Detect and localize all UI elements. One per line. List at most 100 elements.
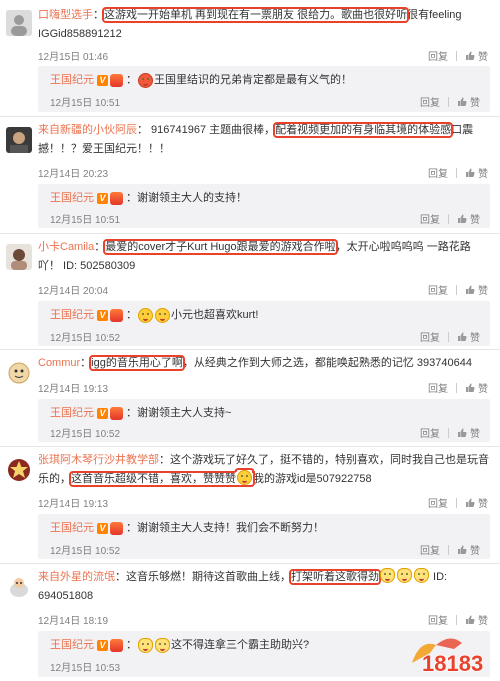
reply-content: 王国纪元 V ：谢谢领主大人的支持！ (50, 190, 247, 206)
like-button[interactable]: 赞 (457, 94, 480, 109)
comment-username[interactable]: 口嗨型选手 (38, 9, 93, 21)
reply-username[interactable]: 王国纪元 (50, 190, 94, 206)
reply-button[interactable]: 回复 (428, 495, 448, 510)
thumbs-up-icon (466, 285, 475, 294)
comment-actions: 回复 赞 (428, 612, 488, 627)
thumbs-up-emoji-icon (237, 470, 252, 485)
reply-button[interactable]: 回复 (420, 542, 440, 557)
comment: 小卡Camila：最爱的cover才子Kurt Hugo跟最爱的游戏合作啦，太开… (0, 234, 500, 348)
comment-username[interactable]: 张琪阿木琴行沙井教学部 (38, 454, 159, 466)
like-button[interactable]: 赞 (457, 542, 480, 557)
like-label: 赞 (478, 286, 488, 297)
reply-button[interactable]: 回复 (428, 380, 448, 395)
like-button[interactable]: 赞 (457, 425, 480, 440)
laugh-emoji-icon (138, 72, 153, 88)
reply-username[interactable]: 王国纪元 (50, 405, 94, 421)
like-label: 赞 (470, 333, 480, 344)
like-label: 赞 (470, 546, 480, 557)
reply-actions: 回复 赞 (420, 211, 480, 226)
reply-button[interactable]: 回复 (428, 165, 448, 180)
highlighted-text: 最爱的cover才子Kurt Hugo跟最爱的游戏合作啦 (103, 239, 338, 255)
like-button[interactable]: 赞 (465, 495, 488, 510)
separator: ： (159, 454, 170, 466)
like-button[interactable]: 赞 (457, 211, 480, 226)
highlighted-text: 这首音乐超级不错，喜欢，赞赞赞 (69, 470, 255, 487)
reply-time: 12月15日 10:51 (50, 98, 121, 109)
cat-emoji-icon (155, 637, 170, 653)
reply-text: 谢谢领主大人支持~ (137, 407, 232, 419)
like-label: 赞 (470, 215, 480, 226)
reply-button[interactable]: 回复 (420, 329, 440, 344)
like-button[interactable]: 赞 (465, 612, 488, 627)
reply-time: 12月15日 10:53 (50, 663, 121, 674)
comment-time: 12月14日 20:23 (38, 169, 109, 180)
comment-time: 12月14日 18:19 (38, 616, 109, 627)
comment-actions: 回复 赞 (428, 380, 488, 395)
avatar[interactable] (6, 127, 32, 153)
watermark-logo-icon: 18183 (412, 638, 484, 677)
reply-username[interactable]: 王国纪元 (50, 307, 94, 323)
thumbs-up-icon (458, 545, 467, 554)
cat-emoji-icon (414, 568, 429, 583)
colon: ： (126, 309, 137, 321)
reply-text: 谢谢领主大人的支持！ (137, 192, 247, 204)
reply-actions: 回复 赞 (420, 425, 480, 440)
comment-username[interactable]: Commur (38, 357, 80, 369)
reply-button[interactable]: 回复 (420, 94, 440, 109)
official-reply: 王国纪元 V ： 王国里结识的兄弟肯定都是最有义气的！ 12月15日 10:51 回复… (38, 66, 490, 112)
divider (448, 544, 449, 555)
verified-v-icon: V (97, 407, 108, 419)
comment-username[interactable]: 来自外星的流氓 (38, 571, 115, 583)
watermark-text: 18183 (422, 651, 483, 676)
comment-username[interactable]: 来自新疆的小伙阿辰 (38, 124, 137, 136)
reply-button[interactable]: 回复 (428, 612, 448, 627)
comment-time: 12月14日 19:13 (38, 384, 109, 395)
reply-content: 王国纪元 V ： 这不得连拿三个霸主助助兴? (50, 637, 309, 653)
reply-time: 12月15日 10:52 (50, 546, 121, 557)
thumbs-up-icon (466, 498, 475, 507)
avatar[interactable] (6, 360, 32, 386)
site-watermark-logo: 18183 (410, 633, 496, 677)
reply-text: 王国里结识的兄弟肯定都是最有义气的！ (154, 74, 352, 86)
thumbs-up-icon (458, 214, 467, 223)
avatar[interactable] (6, 10, 32, 36)
reply-button[interactable]: 回复 (428, 48, 448, 63)
avatar-image (6, 360, 32, 386)
avatar[interactable] (6, 574, 32, 600)
reply-time: 12月15日 10:52 (50, 429, 121, 440)
medal-icon (110, 521, 123, 535)
reply-button[interactable]: 回复 (420, 425, 440, 440)
comment-username[interactable]: 小卡Camila (38, 241, 94, 253)
avatar-image (6, 457, 32, 483)
avatar[interactable] (6, 457, 32, 483)
comment: 张琪阿木琴行沙井教学部：这个游戏玩了好久了，挺不错的，特别喜欢，同时我自己也是玩… (0, 447, 500, 562)
like-button[interactable]: 赞 (465, 380, 488, 395)
thumbs-up-icon (458, 97, 467, 106)
like-button[interactable]: 赞 (465, 165, 488, 180)
colon: ： (126, 192, 137, 204)
thumbs-up-icon (466, 51, 475, 60)
highlighted-text: 这游戏一开始单机 再到现在有一票朋友 很给力。歌曲也很好听 (101, 7, 410, 23)
reply-username[interactable]: 王国纪元 (50, 637, 94, 653)
cat-emoji-icon (380, 568, 395, 583)
like-button[interactable]: 赞 (457, 329, 480, 344)
thumbs-up-icon (466, 168, 475, 177)
comment-body: 张琪阿木琴行沙井教学部：这个游戏玩了好久了，挺不错的，特别喜欢，同时我自己也是玩… (38, 451, 492, 489)
medal-icon (110, 191, 123, 205)
like-button[interactable]: 赞 (465, 48, 488, 63)
avatar[interactable] (6, 244, 32, 270)
reply-button[interactable]: 回复 (428, 282, 448, 297)
like-label: 赞 (470, 429, 480, 440)
reply-time: 12月15日 10:51 (50, 215, 121, 226)
reply-button[interactable]: 回复 (420, 211, 440, 226)
reply-text: 小元也超喜欢kurt! (171, 309, 259, 321)
colon: ： (126, 522, 137, 534)
reply-username[interactable]: 王国纪元 (50, 520, 94, 536)
reply-username[interactable]: 王国纪元 (50, 72, 94, 88)
comment: 口嗨型选手：这游戏一开始单机 再到现在有一票朋友 很给力。歌曲也很好听很有fee… (0, 0, 500, 115)
comment-actions: 回复 赞 (428, 48, 488, 63)
like-label: 赞 (478, 169, 488, 180)
reply-actions: 回复 赞 (420, 94, 480, 109)
like-button[interactable]: 赞 (465, 282, 488, 297)
separator: ： (115, 571, 126, 583)
